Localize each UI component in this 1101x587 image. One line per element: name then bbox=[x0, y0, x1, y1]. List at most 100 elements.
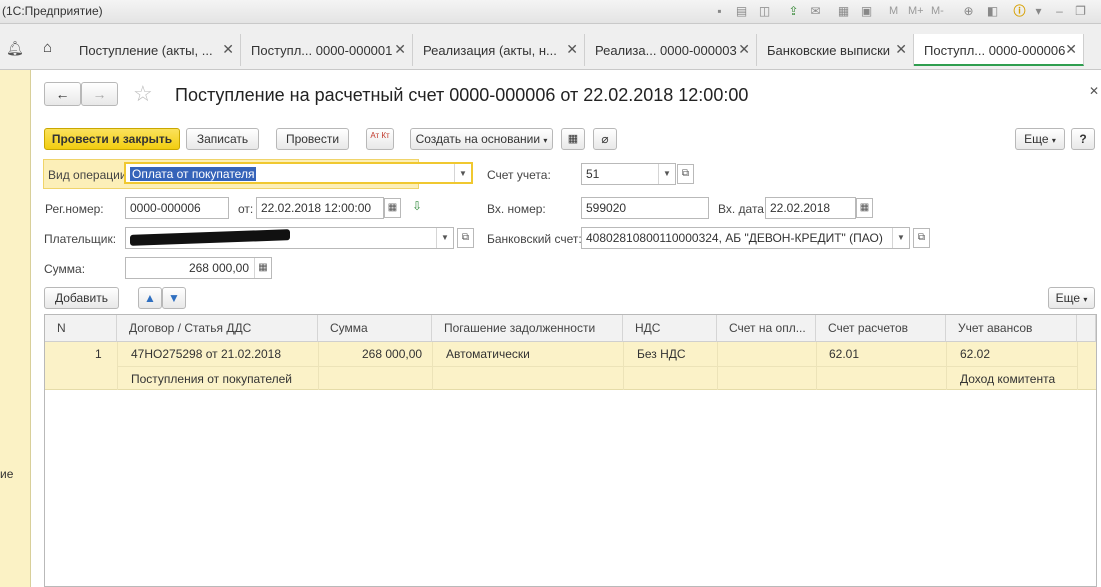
col-header-advance[interactable]: Учет авансов bbox=[946, 315, 1077, 342]
print-icon[interactable]: ▤ bbox=[733, 3, 750, 20]
col-header-vat[interactable]: НДС bbox=[623, 315, 717, 342]
col-header-contract[interactable]: Договор / Статья ДДС bbox=[117, 315, 318, 342]
create-based-on-button[interactable]: Создать на основании ▾ bbox=[410, 128, 553, 150]
refresh-icon[interactable]: ⇩ bbox=[412, 199, 422, 213]
tab-label: Поступл... 0000-000006 bbox=[924, 43, 1066, 58]
col-header-sum[interactable]: Сумма bbox=[318, 315, 432, 342]
tab-label: Реализа... 0000-000003 bbox=[595, 43, 737, 58]
in-date-value: 22.02.2018 bbox=[770, 201, 831, 215]
info-icon[interactable]: ⓘ bbox=[1011, 3, 1028, 20]
restore-icon[interactable]: ❐ bbox=[1072, 3, 1089, 20]
cell-n: 1 bbox=[95, 347, 102, 361]
tab-label: Поступл... 0000-000001 bbox=[251, 43, 393, 58]
date-label: от: bbox=[238, 202, 254, 216]
forward-button[interactable]: → bbox=[81, 82, 118, 106]
cell-vat[interactable]: Без НДС bbox=[637, 347, 686, 361]
tab-6[interactable]: Поступл... 0000-000006 ✕ bbox=[914, 34, 1084, 66]
move-up-button[interactable]: ▲ bbox=[138, 287, 162, 309]
add-button[interactable]: Добавить bbox=[44, 287, 119, 309]
op-type-label: Вид операции: bbox=[48, 168, 130, 182]
memory-m[interactable]: M bbox=[889, 5, 898, 17]
sum-input[interactable]: 268 000,00 ▦ bbox=[125, 257, 272, 279]
chevron-down-icon[interactable]: ▼ bbox=[658, 164, 675, 184]
back-button[interactable]: ← bbox=[44, 82, 81, 106]
home-icon[interactable]: ⌂ bbox=[43, 39, 61, 57]
tab-5[interactable]: Банковские выписки ✕ bbox=[757, 34, 914, 66]
cell-dds[interactable]: Поступления от покупателей bbox=[131, 372, 292, 386]
tab-label: Реализация (акты, н... bbox=[423, 43, 557, 58]
bell-icon[interactable]: 🔔︎ bbox=[6, 40, 24, 58]
op-type-select[interactable]: Оплата от покупателя ▼ bbox=[124, 162, 473, 184]
zoom-icon[interactable]: ⊕ bbox=[960, 3, 977, 20]
tab-4[interactable]: Реализа... 0000-000003 ✕ bbox=[585, 34, 757, 66]
move-down-button[interactable]: ▼ bbox=[162, 287, 186, 309]
calculator-icon[interactable]: ▦ bbox=[835, 3, 852, 20]
table-more-button[interactable]: Еще ▾ bbox=[1048, 287, 1095, 309]
upload-icon[interactable]: ⇪ bbox=[785, 3, 802, 20]
chevron-down-icon: ▾ bbox=[1051, 136, 1056, 145]
help-button[interactable]: ? bbox=[1071, 128, 1095, 150]
minimize-icon[interactable]: – bbox=[1051, 3, 1068, 20]
close-icon[interactable]: ✕ bbox=[1065, 41, 1077, 58]
col-header-settlement[interactable]: Счет расчетов bbox=[816, 315, 946, 342]
structure-button[interactable]: ▦ bbox=[561, 128, 585, 150]
post-button[interactable]: Провести bbox=[276, 128, 349, 150]
sidebar: ие bbox=[0, 70, 31, 587]
cell-advance-note[interactable]: Доход комитента bbox=[960, 372, 1055, 386]
cell-contract[interactable]: 47НО275298 от 21.02.2018 bbox=[131, 347, 281, 361]
write-button[interactable]: Записать bbox=[186, 128, 259, 150]
more-button[interactable]: Еще ▾ bbox=[1015, 128, 1065, 150]
close-icon[interactable]: ✕ bbox=[566, 41, 578, 58]
close-icon[interactable]: ✕ bbox=[394, 41, 406, 58]
close-form-icon[interactable]: ✕ bbox=[1089, 84, 1099, 98]
chevron-down-icon: ▾ bbox=[543, 136, 548, 145]
close-icon[interactable]: ✕ bbox=[895, 41, 907, 58]
close-icon[interactable]: ✕ bbox=[222, 41, 234, 58]
date-input[interactable]: 22.02.2018 12:00:00 bbox=[256, 197, 384, 219]
redacted-value bbox=[130, 229, 290, 246]
open-icon[interactable]: ⧉ bbox=[913, 228, 930, 248]
cell-repayment[interactable]: Автоматически bbox=[446, 347, 530, 361]
payer-select[interactable]: ▼ bbox=[125, 227, 454, 249]
reg-number-input[interactable]: 0000-000006 bbox=[125, 197, 229, 219]
chevron-down-icon: ▾ bbox=[1083, 295, 1088, 304]
calendar-icon[interactable]: ▦ bbox=[384, 198, 401, 218]
tab-3[interactable]: Реализация (акты, н... ✕ bbox=[413, 34, 585, 66]
tab-2[interactable]: Поступл... 0000-000001 ✕ bbox=[241, 34, 413, 66]
chevron-down-icon[interactable]: ▾ bbox=[1030, 3, 1047, 20]
dt-kt-button[interactable]: Ат Кт bbox=[366, 128, 394, 150]
save-icon[interactable]: ▪ bbox=[711, 3, 728, 20]
account-select[interactable]: 51 ▼ bbox=[581, 163, 676, 185]
chevron-down-icon[interactable]: ▼ bbox=[892, 228, 909, 248]
payer-label: Плательщик: bbox=[44, 232, 117, 246]
memory-plus[interactable]: M+ bbox=[908, 5, 924, 17]
preview-icon[interactable]: ◫ bbox=[756, 3, 773, 20]
post-and-close-button[interactable]: Провести и закрыть bbox=[44, 128, 180, 150]
calculator-icon[interactable]: ▦ bbox=[254, 258, 271, 278]
calendar-icon[interactable]: ▦ bbox=[856, 198, 873, 218]
col-header-repayment[interactable]: Погашение задолженности bbox=[432, 315, 623, 342]
payments-table: N Договор / Статья ДДС Сумма Погашение з… bbox=[44, 314, 1097, 587]
tab-1[interactable]: Поступление (акты, ... ✕ bbox=[69, 34, 241, 66]
calendar-icon[interactable]: ▣ bbox=[858, 3, 875, 20]
col-header-n[interactable]: N bbox=[45, 315, 117, 342]
open-icon[interactable]: ⧉ bbox=[677, 164, 694, 184]
sidebar-label[interactable]: ие bbox=[0, 467, 13, 481]
open-icon[interactable]: ⧉ bbox=[457, 228, 474, 248]
cell-sum[interactable]: 268 000,00 bbox=[362, 347, 422, 361]
create-based-on-label: Создать на основании bbox=[415, 132, 541, 146]
panel-icon[interactable]: ◧ bbox=[984, 3, 1001, 20]
cell-advance[interactable]: 62.02 bbox=[960, 347, 990, 361]
col-header-invoice[interactable]: Счет на опл... bbox=[717, 315, 816, 342]
star-icon[interactable]: ☆ bbox=[133, 81, 153, 107]
chevron-down-icon[interactable]: ▼ bbox=[454, 164, 471, 182]
attach-button[interactable]: ⌀ bbox=[593, 128, 617, 150]
in-date-input[interactable]: 22.02.2018 bbox=[765, 197, 856, 219]
cell-settlement[interactable]: 62.01 bbox=[829, 347, 859, 361]
mail-icon[interactable]: ✉ bbox=[807, 3, 824, 20]
bank-account-select[interactable]: 40802810800110000324, АБ "ДЕВОН-КРЕДИТ" … bbox=[581, 227, 910, 249]
in-number-input[interactable]: 599020 bbox=[581, 197, 709, 219]
memory-minus[interactable]: M- bbox=[931, 5, 944, 17]
chevron-down-icon[interactable]: ▼ bbox=[436, 228, 453, 248]
close-icon[interactable]: ✕ bbox=[738, 41, 750, 58]
